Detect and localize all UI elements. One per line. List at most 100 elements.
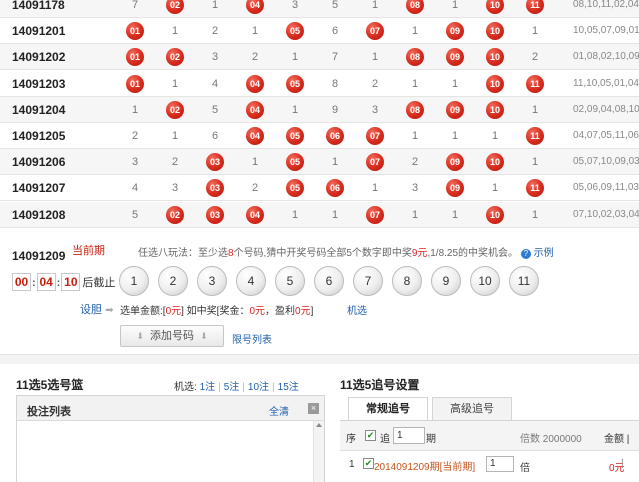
winning-ball: 07 [366,153,384,172]
miss-count: 1 [371,51,379,64]
miss-count: 9 [331,103,339,116]
draw-result: 05,06,09,11,03 [573,182,639,194]
miss-count: 1 [451,77,459,90]
current-issue-number: 14091209 [12,249,66,263]
scrollbar[interactable] [313,421,324,482]
miss-count: 1 [171,25,179,38]
winning-ball: 03 [206,153,224,172]
machine-pick-15[interactable]: 15注 [278,382,299,393]
summary-profit: 0元 [295,306,311,317]
winning-ball: 10 [486,100,504,119]
machine-pick-1[interactable]: 1注 [200,382,216,393]
pick-ball-6[interactable]: 6 [314,266,344,296]
limit-list-link[interactable]: 限号列表 [232,331,272,346]
winning-ball: 10 [486,22,504,41]
chase-periods-input[interactable]: 1 [393,427,425,444]
pick-ball-3[interactable]: 3 [197,266,227,296]
help-icon[interactable]: ? [520,249,531,259]
row-checkbox[interactable]: ✔ [363,458,374,469]
miss-count: 3 [171,182,179,195]
miss-count: 1 [291,103,299,116]
seq-header: 序 [346,434,356,445]
chase-checkbox[interactable]: ✔ [365,430,376,441]
close-icon[interactable]: × [308,403,319,414]
bet-summary: 选单金额:[0元] 如中奖[奖金：0元，盈利0元] [120,302,313,317]
table-row: 14091202 01 02 3 2 1 7 1 08 09 10 2 01,08,02,10,09 [0,44,639,71]
draw-result: 02,09,04,08,10 [573,103,639,115]
winning-ball: 08 [406,0,424,14]
table-row: 14091201 01 1 2 1 05 6 07 1 09 10 1 10,05,07,09,01 [0,18,639,45]
tab-regular-tracking[interactable]: 常规追号 [348,397,428,421]
winning-ball: 09 [446,100,464,119]
example-link[interactable]: 示例 [534,248,554,259]
miss-count: 3 [131,156,139,169]
winning-ball: 11 [526,179,544,198]
table-row: 14091208 5 02 03 04 1 1 07 1 1 10 1 07,10,02,03,04 [0,201,639,228]
set-banker-label[interactable]: 设胆 [80,304,102,316]
pick-ball-8[interactable]: 8 [392,266,422,296]
pick-ball-9[interactable]: 9 [431,266,461,296]
miss-count: 1 [411,77,419,90]
winning-ball: 02 [166,205,184,224]
pick-ball-1[interactable]: 1 [119,266,149,296]
bet-list-box: 投注列表 全清 × [16,395,325,482]
summary-mid: ] 如中奖[奖金： [181,306,250,317]
winning-ball: 11 [526,74,544,93]
pick-ball-4[interactable]: 4 [236,266,266,296]
bet-list-title: 投注列表 [27,406,71,418]
pick-ball-2[interactable]: 2 [158,266,188,296]
issue-number: 14091203 [12,76,66,91]
pick-ball-11[interactable]: 11 [509,266,539,296]
tab-advanced-tracking[interactable]: 高级追号 [432,397,512,421]
pick-ball-7[interactable]: 7 [353,266,383,296]
tracking-table-header: 序 ✔ 追 1 期 倍数 2000000 金额 | [340,421,639,451]
miss-count: 1 [451,208,459,221]
winning-ball: 10 [486,48,504,67]
table-row: 14091178 7 02 1 04 3 5 1 08 1 10 11 08,10,11,02,04 [0,0,639,18]
set-banker-link[interactable]: 设胆 ➡ [80,301,113,317]
miss-count: 1 [171,77,179,90]
miss-count: 3 [371,103,379,116]
scroll-up-icon[interactable] [316,423,322,427]
draw-result: 04,07,05,11,06 [573,130,639,141]
miss-count: 6 [331,25,339,38]
miss-count: 5 [331,0,339,11]
summary-prize: 0元 [249,306,266,317]
winning-ball: 10 [486,153,504,172]
miss-count: 1 [531,156,539,169]
tracking-table: 序 ✔ 追 1 期 倍数 2000000 金额 | 1 ✔ 2014091209… [340,420,639,482]
miss-count: 2 [251,51,259,64]
bet-list-header: 投注列表 全清 × [17,396,324,421]
add-number-button[interactable]: ⬇ 添加号码 ⬇ [120,325,224,347]
miss-count: 2 [411,156,419,169]
row-multiplier-input[interactable]: 1 [486,456,514,472]
basket-title: 11选5选号篮 [16,378,84,392]
pick-ball-10[interactable]: 10 [470,266,500,296]
pick-ball-5[interactable]: 5 [275,266,305,296]
current-issue-tag: 当前期 [72,245,105,257]
miss-count: 7 [131,0,139,11]
winning-ball: 09 [446,153,464,172]
countdown-suffix: 后截止 [82,277,116,289]
winning-ball: 04 [246,74,264,93]
row-separator: | [621,458,624,469]
machine-pick-10[interactable]: 10注 [248,382,269,393]
draw-result: 08,10,11,02,04 [573,0,639,10]
machine-pick-link[interactable]: 机选 [347,302,367,317]
clear-all-link[interactable]: 全清 [269,403,289,418]
miss-count: 1 [331,156,339,169]
miss-count: 1 [291,208,299,221]
miss-count: 1 [371,182,379,195]
miss-count: 5 [131,208,139,221]
miss-count: 5 [211,103,219,116]
miss-count: 1 [251,25,259,38]
row-index: 1 [349,459,355,470]
miss-count: 4 [211,77,219,90]
miss-count: 1 [491,130,499,142]
winning-ball: 04 [246,0,264,14]
current-issue-panel: 14091209 当前期 任选八玩法：至少选8个号码,猜中开奖号码全部5个数字即… [0,232,639,352]
summary-amount: 0元 [165,306,182,317]
machine-pick-5[interactable]: 5注 [224,382,240,393]
miss-count: 2 [131,130,139,142]
countdown-seconds: 10 [61,273,81,291]
